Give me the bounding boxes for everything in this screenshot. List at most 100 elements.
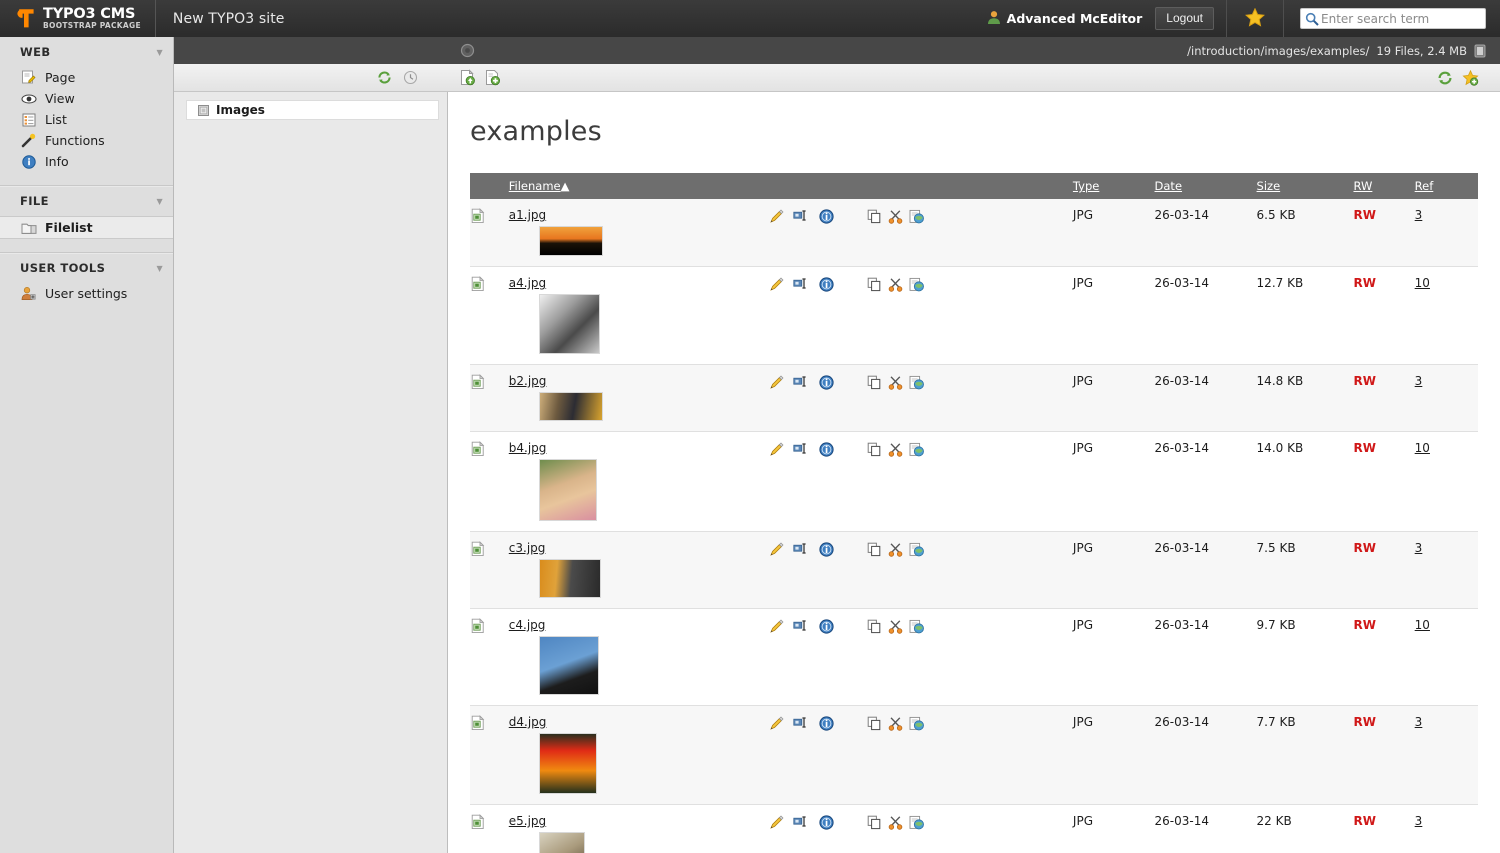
logout-button[interactable]: Logout bbox=[1155, 7, 1214, 30]
cut-file-button[interactable] bbox=[886, 277, 906, 295]
table-row[interactable]: c3.jpg JPG 26-03-14 7.5 KB RW 3 bbox=[470, 531, 1478, 609]
copy-file-button[interactable] bbox=[864, 209, 886, 227]
tree-node-images[interactable]: Images bbox=[186, 100, 439, 120]
file-info-button[interactable] bbox=[812, 619, 842, 637]
user-area[interactable]: Advanced McEditor Logout bbox=[987, 7, 1226, 30]
refresh-tree-button[interactable] bbox=[374, 68, 394, 88]
reference-count-link[interactable]: 10 bbox=[1415, 276, 1430, 290]
table-row[interactable]: a4.jpg JPG 26-03-14 12.7 KB RW 10 bbox=[470, 266, 1478, 365]
replace-file-button[interactable] bbox=[906, 619, 928, 637]
edit-metadata-button[interactable] bbox=[764, 375, 790, 393]
upload-files-button[interactable] bbox=[456, 67, 478, 89]
file-permissions-cell[interactable]: RW bbox=[1353, 532, 1414, 609]
sidebar-item-user-settings[interactable]: User settings bbox=[0, 283, 173, 304]
file-type-icon-cell[interactable] bbox=[470, 365, 509, 432]
cut-file-button[interactable] bbox=[886, 442, 906, 460]
file-thumbnail[interactable] bbox=[538, 832, 585, 853]
rename-file-button[interactable] bbox=[790, 542, 812, 558]
file-thumbnail[interactable] bbox=[538, 559, 601, 598]
edit-metadata-button[interactable] bbox=[764, 716, 790, 734]
cut-file-button[interactable] bbox=[886, 619, 906, 637]
sort-type-link[interactable]: Type bbox=[1073, 179, 1099, 193]
file-link[interactable]: a4.jpg bbox=[509, 276, 546, 290]
file-permissions-cell[interactable]: RW bbox=[1353, 805, 1414, 853]
file-info-button[interactable] bbox=[812, 716, 842, 734]
file-link[interactable]: b4.jpg bbox=[509, 441, 547, 455]
file-permissions-cell[interactable]: RW bbox=[1353, 199, 1414, 267]
reference-count-link[interactable]: 3 bbox=[1415, 374, 1423, 388]
file-thumbnail[interactable] bbox=[538, 459, 597, 521]
file-thumbnail[interactable] bbox=[538, 226, 603, 256]
column-header-type[interactable]: Type bbox=[1073, 173, 1155, 199]
rename-file-button[interactable] bbox=[790, 619, 812, 635]
rename-file-button[interactable] bbox=[790, 442, 812, 458]
reference-count-link[interactable]: 3 bbox=[1415, 208, 1423, 222]
replace-file-button[interactable] bbox=[906, 375, 928, 393]
sort-ref-link[interactable]: Ref bbox=[1415, 179, 1434, 193]
file-references-cell[interactable]: 10 bbox=[1415, 609, 1478, 706]
search-input[interactable] bbox=[1301, 9, 1485, 28]
file-info-button[interactable] bbox=[812, 375, 842, 393]
cut-file-button[interactable] bbox=[886, 375, 906, 393]
cut-file-button[interactable] bbox=[886, 716, 906, 734]
module-section-user-tools[interactable]: USER TOOLS ▼ bbox=[0, 253, 173, 283]
file-link[interactable]: d4.jpg bbox=[509, 715, 547, 729]
edit-metadata-button[interactable] bbox=[764, 442, 790, 460]
file-references-cell[interactable]: 3 bbox=[1415, 532, 1478, 609]
file-type-icon-cell[interactable] bbox=[470, 432, 509, 532]
reference-count-link[interactable]: 3 bbox=[1415, 541, 1423, 555]
file-permissions-cell[interactable]: RW bbox=[1353, 432, 1414, 532]
replace-file-button[interactable] bbox=[906, 277, 928, 295]
create-new-button[interactable] bbox=[481, 67, 503, 89]
edit-metadata-button[interactable] bbox=[764, 209, 790, 227]
sort-rw-link[interactable]: RW bbox=[1353, 179, 1372, 193]
file-type-icon-cell[interactable] bbox=[470, 609, 509, 706]
file-thumbnail[interactable] bbox=[538, 636, 599, 695]
cut-file-button[interactable] bbox=[886, 209, 906, 227]
tree-options-button[interactable] bbox=[400, 68, 420, 88]
file-type-icon-cell[interactable] bbox=[470, 706, 509, 805]
search-box[interactable] bbox=[1300, 8, 1486, 29]
file-permissions-cell[interactable]: RW bbox=[1353, 609, 1414, 706]
reference-count-link[interactable]: 10 bbox=[1415, 441, 1430, 455]
sort-filename-link[interactable]: Filename bbox=[509, 179, 561, 193]
sidebar-item-info[interactable]: Info bbox=[0, 151, 173, 172]
reference-count-link[interactable]: 3 bbox=[1415, 715, 1423, 729]
table-row[interactable]: b4.jpg JPG 26-03-14 14.0 KB RW 10 bbox=[470, 431, 1478, 532]
replace-file-button[interactable] bbox=[906, 716, 928, 734]
file-info-button[interactable] bbox=[812, 277, 842, 295]
copy-file-button[interactable] bbox=[864, 716, 886, 734]
column-header-ref[interactable]: Ref bbox=[1415, 173, 1478, 199]
edit-metadata-button[interactable] bbox=[764, 277, 790, 295]
file-type-icon-cell[interactable] bbox=[470, 532, 509, 609]
rename-file-button[interactable] bbox=[790, 209, 812, 225]
file-info-button[interactable] bbox=[812, 542, 842, 560]
replace-file-button[interactable] bbox=[906, 442, 928, 460]
edit-metadata-button[interactable] bbox=[764, 619, 790, 637]
file-type-icon-cell[interactable] bbox=[470, 199, 509, 267]
copy-file-button[interactable] bbox=[864, 815, 886, 833]
module-section-web[interactable]: WEB ▼ bbox=[0, 37, 173, 67]
replace-file-button[interactable] bbox=[906, 209, 928, 227]
copy-file-button[interactable] bbox=[864, 375, 886, 393]
file-info-button[interactable] bbox=[812, 209, 842, 227]
file-thumbnail[interactable] bbox=[538, 733, 597, 794]
file-link[interactable]: b2.jpg bbox=[509, 374, 547, 388]
sort-date-link[interactable]: Date bbox=[1155, 179, 1183, 193]
module-section-file[interactable]: FILE ▼ bbox=[0, 186, 173, 216]
sidebar-item-page[interactable]: Page bbox=[0, 67, 173, 88]
copy-file-button[interactable] bbox=[864, 442, 886, 460]
reload-button[interactable] bbox=[1434, 67, 1456, 89]
rename-file-button[interactable] bbox=[790, 716, 812, 732]
copy-file-button[interactable] bbox=[864, 619, 886, 637]
rename-file-button[interactable] bbox=[790, 815, 812, 831]
file-references-cell[interactable]: 10 bbox=[1415, 267, 1478, 365]
file-thumbnail[interactable] bbox=[538, 392, 603, 421]
replace-file-button[interactable] bbox=[906, 542, 928, 560]
file-references-cell[interactable]: 3 bbox=[1415, 805, 1478, 853]
table-row[interactable]: b2.jpg JPG 26-03-14 14.8 KB RW 3 bbox=[470, 364, 1478, 432]
table-row[interactable]: d4.jpg JPG 26-03-14 7.7 KB RW 3 bbox=[470, 705, 1478, 805]
file-references-cell[interactable]: 10 bbox=[1415, 432, 1478, 532]
column-header-size[interactable]: Size bbox=[1257, 173, 1354, 199]
file-link[interactable]: a1.jpg bbox=[509, 208, 546, 222]
